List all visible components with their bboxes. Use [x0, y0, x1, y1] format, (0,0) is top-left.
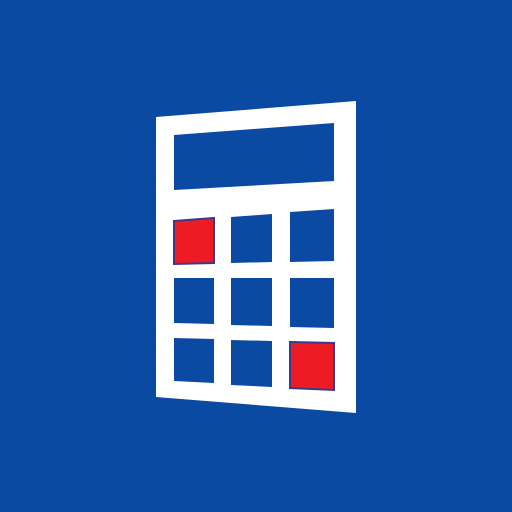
calculator-key-7 [174, 338, 214, 383]
calculator-key-9 [289, 340, 335, 392]
calculator-key-2 [231, 214, 272, 263]
calculator-app-icon[interactable] [0, 0, 512, 512]
calculator-key-5 [231, 278, 272, 326]
calculator-key-8 [231, 340, 272, 387]
calculator-key-4 [174, 278, 214, 324]
calculator-key-1 [173, 216, 215, 266]
calculator-icon [156, 101, 356, 413]
calculator-key-6 [290, 278, 334, 328]
calculator-key-3 [290, 209, 334, 262]
